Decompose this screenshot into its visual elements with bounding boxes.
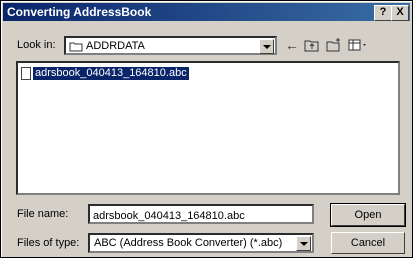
file-icon [21,67,31,80]
folder-icon [69,42,83,52]
file-type-value: ABC (Address Book Converter) (*.abc) [94,237,283,249]
file-name-input[interactable] [90,208,312,224]
dialog-window: Converting AddressBook ? X Look in: ADDR… [0,0,413,258]
file-name-label: File name: [17,208,69,220]
up-folder-icon[interactable] [303,36,321,54]
file-type-label: Files of type: [17,237,80,249]
look-in-dropdown[interactable]: ADDRDATA [64,36,277,55]
title-bar: Converting AddressBook ? X [3,3,410,21]
look-in-value: ADDRDATA [86,40,145,52]
new-folder-icon[interactable] [325,36,343,54]
file-list[interactable]: adrsbook_040413_164810.abc [16,61,400,195]
close-button[interactable]: X [391,5,409,21]
chevron-down-icon[interactable] [259,39,274,54]
cancel-button[interactable]: Cancel [331,232,405,254]
help-button[interactable]: ? [374,5,392,21]
back-icon[interactable]: ← [283,36,301,54]
view-menu-icon[interactable] [347,36,369,54]
file-type-dropdown[interactable]: ABC (Address Book Converter) (*.abc) [88,233,314,253]
dialog-title: Converting AddressBook [7,5,152,19]
file-name-field[interactable] [88,204,314,224]
file-name[interactable]: adrsbook_040413_164810.abc [33,67,189,80]
open-button[interactable]: Open [330,203,406,227]
look-in-label: Look in: [17,39,56,51]
chevron-down-icon[interactable] [296,236,311,251]
